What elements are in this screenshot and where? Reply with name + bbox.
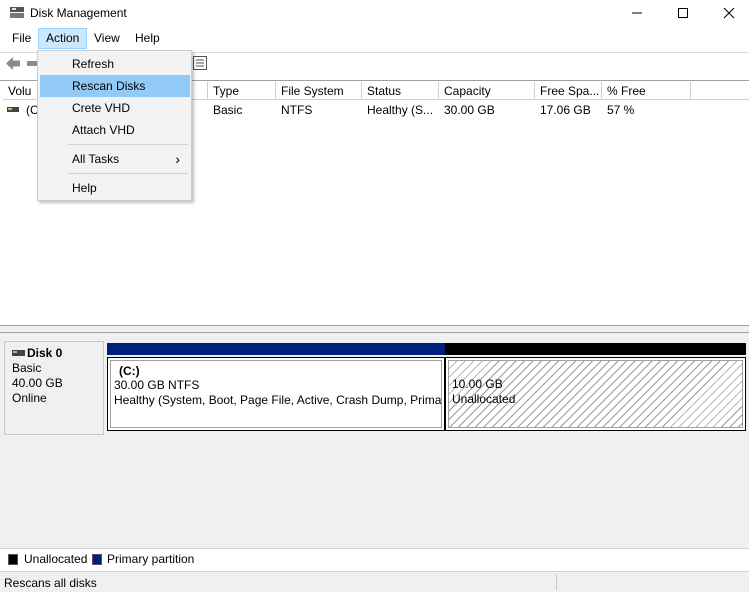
- unallocated-status: Unallocated: [452, 392, 516, 406]
- unallocated-size: 10.00 GB: [452, 377, 503, 391]
- menu-item-attach-vhd[interactable]: Attach VHD: [40, 119, 190, 141]
- col-percent-free[interactable]: % Free: [602, 82, 691, 100]
- window-title: Disk Management: [30, 6, 127, 20]
- pane-splitter[interactable]: [0, 325, 749, 333]
- disk-graphical-view: Disk 0 Basic 40.00 GB Online (C:) 30.00 …: [0, 333, 749, 548]
- back-arrow-icon[interactable]: [5, 56, 21, 71]
- partition-c-details: (C:) 30.00 GB NTFS Healthy (System, Boot…: [110, 360, 442, 428]
- col-status[interactable]: Status: [362, 82, 439, 100]
- unallocated-bar: [445, 343, 746, 355]
- menu-item-help[interactable]: Help: [40, 177, 190, 199]
- partition-unallocated[interactable]: 10.00 GB Unallocated: [445, 343, 746, 431]
- unallocated-box: 10.00 GB Unallocated: [445, 357, 746, 431]
- cell-status: Healthy (S...: [367, 103, 434, 117]
- submenu-arrow-icon: ›: [175, 151, 180, 167]
- maximize-icon: [678, 8, 688, 18]
- col-type[interactable]: Type: [208, 82, 276, 100]
- cell-file-system: NTFS: [281, 103, 313, 117]
- menu-action[interactable]: Action: [38, 28, 88, 49]
- disk-icon: [12, 350, 25, 357]
- col-free-space[interactable]: Free Spa...: [535, 82, 602, 100]
- action-menu: Refresh Rescan Disks Crete VHD Attach VH…: [37, 50, 192, 201]
- all-tasks-label: All Tasks: [72, 152, 120, 166]
- col-empty: [691, 82, 749, 100]
- menu-item-create-vhd[interactable]: Crete VHD: [40, 97, 190, 119]
- menu-bar: File Action View Help: [0, 28, 749, 50]
- cell-capacity: 30.00 GB: [444, 103, 495, 117]
- properties-icon[interactable]: [193, 56, 207, 70]
- partition-c-status: Healthy (System, Boot, Page File, Active…: [114, 393, 442, 407]
- primary-partition-bar: [107, 343, 445, 355]
- col-capacity[interactable]: Capacity: [439, 82, 535, 100]
- legend: Unallocated Primary partition: [0, 548, 749, 571]
- close-icon: [723, 7, 735, 19]
- partition-c[interactable]: (C:) 30.00 GB NTFS Healthy (System, Boot…: [107, 343, 445, 431]
- status-bar: Rescans all disks: [0, 571, 749, 592]
- partition-c-label: (C:): [119, 364, 140, 378]
- menu-item-refresh[interactable]: Refresh: [40, 53, 190, 75]
- partition-c-box: (C:) 30.00 GB NTFS Healthy (System, Boot…: [107, 357, 445, 431]
- title-bar: Disk Management: [0, 0, 749, 26]
- unallocated-details: 10.00 GB Unallocated: [448, 360, 743, 428]
- menu-help[interactable]: Help: [128, 28, 167, 49]
- disk-size: 40.00 GB: [12, 376, 63, 390]
- menu-item-all-tasks[interactable]: All Tasks ›: [40, 148, 190, 170]
- cell-type: Basic: [213, 103, 243, 117]
- menu-separator: [68, 144, 188, 145]
- close-button[interactable]: [706, 0, 749, 26]
- legend-unallocated: Unallocated: [24, 552, 88, 566]
- maximize-button[interactable]: [660, 0, 706, 26]
- col-file-system[interactable]: File System: [276, 82, 362, 100]
- partition-c-size: 30.00 GB NTFS: [114, 378, 200, 392]
- menu-view[interactable]: View: [87, 28, 127, 49]
- cell-percent-free: 57 %: [607, 103, 635, 117]
- menu-file[interactable]: File: [5, 28, 38, 49]
- disk-type: Basic: [12, 361, 42, 375]
- minimize-icon: [632, 12, 642, 14]
- legend-primary: Primary partition: [107, 552, 195, 566]
- legend-primary-swatch: [92, 554, 102, 565]
- menu-separator: [68, 173, 188, 174]
- disk-state: Online: [12, 391, 47, 405]
- disk-name: Disk 0: [27, 346, 63, 360]
- disk-management-icon: [10, 7, 24, 18]
- status-separator: [556, 574, 557, 590]
- status-text: Rescans all disks: [4, 576, 97, 590]
- minimize-button[interactable]: [614, 0, 660, 26]
- menu-item-rescan-disks[interactable]: Rescan Disks: [40, 75, 190, 97]
- legend-unallocated-swatch: [8, 554, 18, 565]
- disk-label[interactable]: Disk 0 Basic 40.00 GB Online: [4, 341, 104, 435]
- volume-drive-icon: [7, 107, 19, 112]
- cell-free-space: 17.06 GB: [540, 103, 591, 117]
